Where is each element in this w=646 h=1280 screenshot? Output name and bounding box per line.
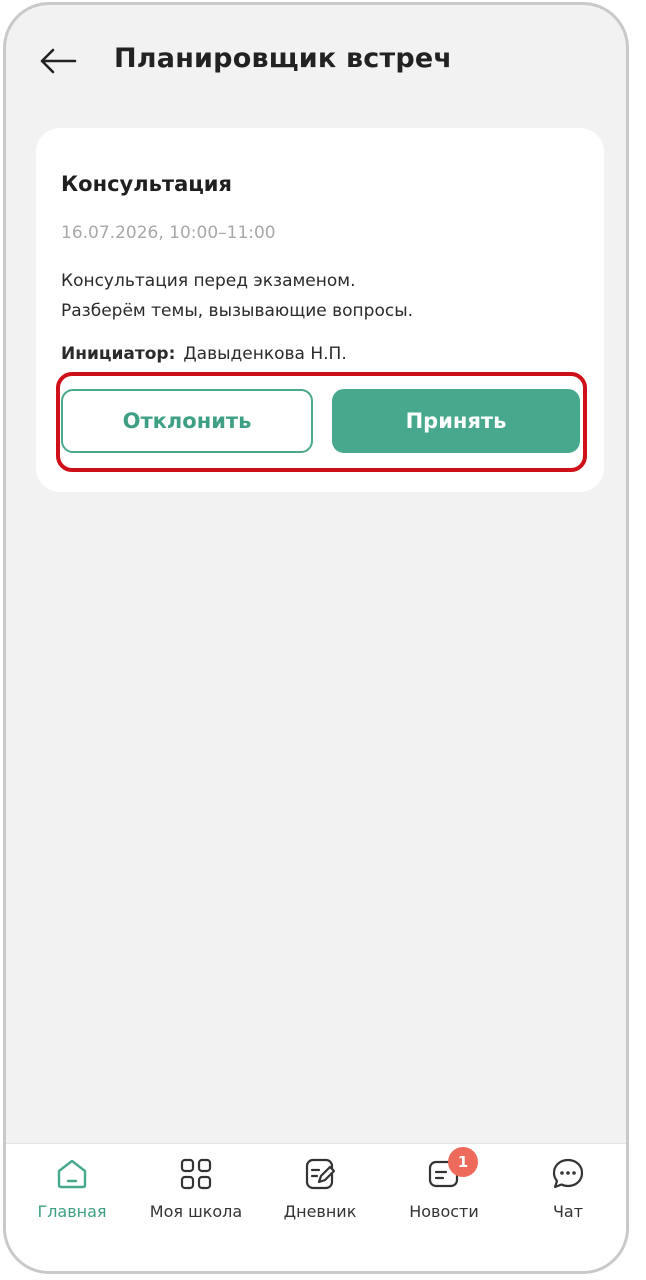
nav-item-news[interactable]: Новости (384, 1156, 504, 1228)
nav-label: Главная (37, 1202, 107, 1221)
nav-label: Моя школа (149, 1202, 243, 1221)
nav-label: Чат (552, 1202, 584, 1221)
nav-label: Новости (409, 1202, 479, 1221)
grid-icon (180, 1158, 212, 1190)
decline-button[interactable]: Отклонить (61, 389, 313, 453)
nav-item-diary[interactable]: Дневник (260, 1156, 380, 1228)
phone-screen: Планировщик встреч Консультация 16.07.20… (3, 2, 629, 1274)
app-header: Планировщик встреч (6, 5, 626, 115)
arrow-left-icon (40, 48, 77, 74)
meeting-initiator: Инициатор: Давыденкова Н.П. (61, 344, 347, 364)
initiator-label: Инициатор: (61, 344, 176, 364)
news-badge: 1 (448, 1147, 478, 1177)
back-button[interactable] (36, 41, 80, 81)
meeting-description-line: Разберём темы, вызывающие вопросы. (61, 301, 414, 321)
nav-item-chat[interactable]: Чат (508, 1156, 626, 1228)
meeting-datetime: 16.07.2026, 10:00–11:00 (61, 223, 276, 243)
meeting-description: Консультация перед экзаменом. Разберём т… (61, 266, 413, 326)
meeting-card: Консультация 16.07.2026, 10:00–11:00 Кон… (36, 128, 604, 492)
meeting-description-line: Консультация перед экзаменом. (61, 271, 356, 291)
nav-item-home[interactable]: Главная (12, 1156, 132, 1228)
page-title: Планировщик встреч (114, 43, 453, 74)
meeting-title: Консультация (61, 172, 233, 196)
nav-label: Дневник (283, 1202, 357, 1221)
accept-button[interactable]: Принять (332, 389, 580, 453)
nav-item-my-school[interactable]: Моя школа (136, 1156, 256, 1228)
home-icon (57, 1159, 87, 1189)
initiator-name: Давыденкова Н.П. (183, 344, 347, 364)
chat-icon (552, 1158, 584, 1189)
diary-icon (305, 1158, 336, 1190)
bottom-navigation: Главная Моя школа Дневник Новости Чат 1 (6, 1143, 626, 1271)
